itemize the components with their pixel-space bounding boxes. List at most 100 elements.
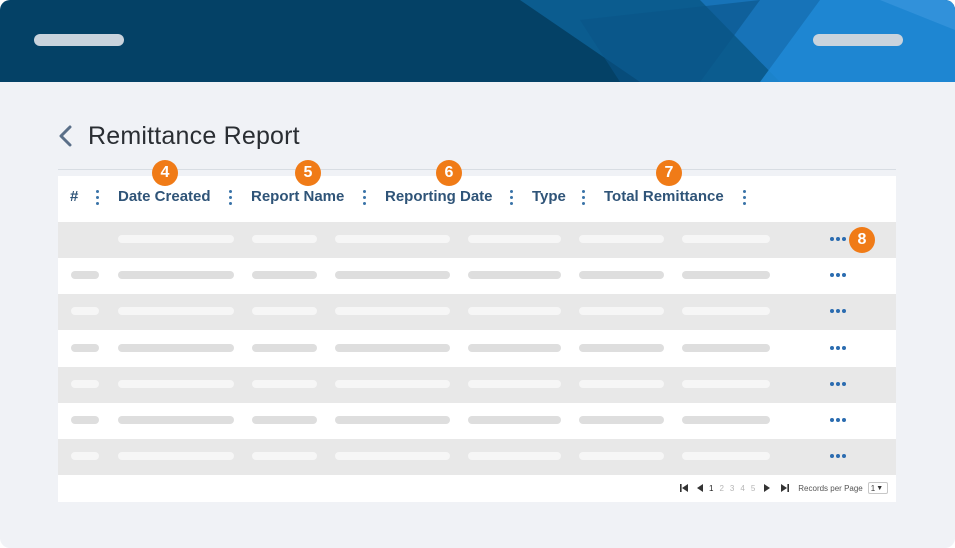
column-header-reporting-date[interactable]: Reporting Date — [385, 188, 493, 205]
cell-placeholder — [682, 235, 770, 243]
page-number-current[interactable]: 1 — [709, 484, 713, 493]
table-row[interactable] — [58, 367, 896, 403]
cell-placeholder — [468, 235, 561, 243]
callout-badge: 4 — [152, 160, 178, 186]
cell-placeholder — [579, 235, 664, 243]
page-number[interactable]: 4 — [740, 484, 744, 493]
table-row[interactable] — [58, 294, 896, 330]
callout-badge: 8 — [849, 227, 875, 253]
records-per-page-value: 1 — [870, 483, 876, 493]
cell-placeholder — [118, 380, 234, 388]
column-header-number[interactable]: # — [70, 188, 78, 205]
cell-placeholder — [682, 380, 770, 388]
table-row[interactable] — [58, 222, 896, 258]
column-menu-icon[interactable] — [229, 190, 233, 206]
cell-placeholder — [252, 344, 317, 352]
row-actions-icon[interactable] — [830, 268, 846, 282]
cell-placeholder — [252, 380, 317, 388]
header-placeholder-right — [813, 34, 903, 46]
cell-placeholder — [468, 307, 561, 315]
divider — [58, 169, 896, 170]
cell-placeholder — [71, 344, 99, 352]
cell-placeholder — [118, 271, 234, 279]
row-actions-icon[interactable] — [830, 449, 846, 463]
title-row: Remittance Report — [58, 118, 300, 154]
table-header: # Date Created Report Name Reporting Dat… — [58, 176, 896, 222]
cell-placeholder — [335, 271, 450, 279]
column-menu-icon[interactable] — [582, 190, 586, 206]
column-menu-icon[interactable] — [743, 190, 747, 206]
header-placeholder-left — [34, 34, 124, 46]
first-page-icon[interactable] — [678, 482, 690, 494]
cell-placeholder — [335, 380, 450, 388]
page-title: Remittance Report — [88, 121, 300, 150]
cell-placeholder — [252, 307, 317, 315]
cell-placeholder — [468, 344, 561, 352]
table-row[interactable] — [58, 403, 896, 439]
prev-page-icon[interactable] — [694, 482, 706, 494]
table-row[interactable] — [58, 258, 896, 294]
cell-placeholder — [682, 452, 770, 460]
page-number[interactable]: 5 — [751, 484, 755, 493]
cell-placeholder — [335, 235, 450, 243]
cell-placeholder — [335, 307, 450, 315]
cell-placeholder — [468, 380, 561, 388]
records-per-page-select[interactable]: 1 ▼ — [867, 482, 888, 494]
column-header-type[interactable]: Type — [532, 188, 566, 205]
cell-placeholder — [71, 452, 99, 460]
cell-placeholder — [468, 416, 561, 424]
cell-placeholder — [252, 416, 317, 424]
cell-placeholder — [682, 307, 770, 315]
column-menu-icon[interactable] — [363, 190, 367, 206]
report-table: # Date Created Report Name Reporting Dat… — [58, 176, 896, 502]
row-actions-icon[interactable] — [830, 232, 846, 246]
row-actions-icon[interactable] — [830, 341, 846, 355]
cell-placeholder — [579, 307, 664, 315]
cell-placeholder — [468, 452, 561, 460]
header-banner — [0, 0, 955, 82]
cell-placeholder — [71, 307, 99, 315]
cell-placeholder — [468, 271, 561, 279]
column-menu-icon[interactable] — [510, 190, 514, 206]
app-window: Remittance Report # Date Created Report … — [0, 0, 955, 548]
cell-placeholder — [682, 344, 770, 352]
cell-placeholder — [579, 416, 664, 424]
cell-placeholder — [579, 344, 664, 352]
callout-badge: 6 — [436, 160, 462, 186]
cell-placeholder — [252, 452, 317, 460]
pagination: 1 2 3 4 5 Records per Page 1 ▼ — [678, 480, 888, 496]
table-row[interactable] — [58, 331, 896, 367]
cell-placeholder — [252, 271, 317, 279]
cell-placeholder — [579, 380, 664, 388]
cell-placeholder — [682, 416, 770, 424]
banner-graphic — [520, 0, 955, 82]
row-actions-icon[interactable] — [830, 413, 846, 427]
row-actions-icon[interactable] — [830, 304, 846, 318]
cell-placeholder — [118, 416, 234, 424]
cell-placeholder — [335, 452, 450, 460]
cell-placeholder — [71, 380, 99, 388]
cell-placeholder — [118, 235, 234, 243]
cell-placeholder — [335, 416, 450, 424]
chevron-left-icon[interactable] — [58, 121, 82, 151]
table-row[interactable] — [58, 439, 896, 475]
column-menu-icon[interactable] — [96, 190, 100, 206]
row-actions-icon[interactable] — [830, 377, 846, 391]
cell-placeholder — [252, 235, 317, 243]
cell-placeholder — [579, 452, 664, 460]
cell-placeholder — [71, 271, 99, 279]
next-page-icon[interactable] — [760, 482, 772, 494]
column-header-date-created[interactable]: Date Created — [118, 188, 211, 205]
records-per-page-label: Records per Page — [798, 483, 863, 493]
cell-placeholder — [118, 307, 234, 315]
column-header-report-name[interactable]: Report Name — [251, 188, 344, 205]
last-page-icon[interactable] — [778, 482, 790, 494]
page-number[interactable]: 3 — [730, 484, 734, 493]
column-header-total-remittance[interactable]: Total Remittance — [604, 188, 724, 205]
cell-placeholder — [118, 344, 234, 352]
cell-placeholder — [579, 271, 664, 279]
page-number[interactable]: 2 — [719, 484, 723, 493]
triangle-down-icon: ▼ — [876, 484, 884, 492]
cell-placeholder — [118, 452, 234, 460]
cell-placeholder — [682, 271, 770, 279]
